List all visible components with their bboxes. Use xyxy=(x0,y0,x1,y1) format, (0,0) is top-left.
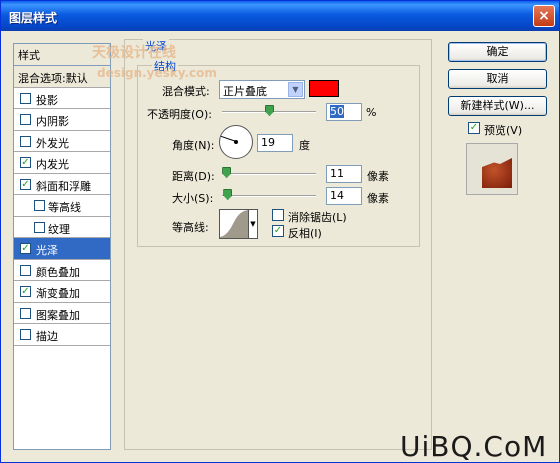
style-item-checkbox[interactable] xyxy=(20,114,31,125)
style-item-checkbox[interactable] xyxy=(34,200,45,211)
style-item-label: 颜色叠加 xyxy=(36,265,80,279)
style-item-checkbox[interactable] xyxy=(20,264,31,276)
preview-label: 预览(V) xyxy=(484,124,523,137)
style-item-checkbox[interactable] xyxy=(20,135,31,147)
style-list-item[interactable]: 等高线 xyxy=(14,195,110,217)
style-list-item[interactable]: 投影 xyxy=(14,88,110,109)
size-label: 大小(S): xyxy=(172,192,214,205)
blend-mode-select[interactable]: 正片叠底 ▼ xyxy=(219,80,305,99)
cancel-button[interactable]: 取消 xyxy=(448,69,547,89)
style-list-item[interactable]: 混合选项:默认 xyxy=(14,66,110,88)
angle-label: 角度(N): xyxy=(172,139,215,152)
angle-dial-center xyxy=(234,140,238,144)
style-list-item[interactable]: 颜色叠加 xyxy=(14,260,110,281)
chevron-down-icon: ▼ xyxy=(288,82,303,97)
style-item-label: 等高线 xyxy=(48,201,81,214)
ok-button[interactable]: 确定 xyxy=(448,42,547,62)
style-list-item[interactable]: 图案叠加 xyxy=(14,303,110,324)
style-item-label: 内发光 xyxy=(36,158,69,171)
style-item-label: 投影 xyxy=(36,93,58,107)
blend-mode-label: 混合模式: xyxy=(162,85,210,98)
style-list-item[interactable]: ✓ 渐变叠加 xyxy=(14,281,110,303)
anti-alias-checkbox[interactable] xyxy=(272,209,284,221)
angle-dial[interactable] xyxy=(219,125,253,159)
anti-alias-label: 消除锯齿(L) xyxy=(288,211,347,224)
style-list-item[interactable]: ✓ 内发光 xyxy=(14,152,110,174)
style-item-checkbox[interactable] xyxy=(20,329,31,340)
style-item-checkbox[interactable]: ✓ xyxy=(20,178,31,190)
opacity-unit: % xyxy=(366,106,377,119)
style-list-item[interactable]: 纹理 xyxy=(14,217,110,238)
style-list-item[interactable]: ✓ 斜面和浮雕 xyxy=(14,174,110,195)
contour-preview[interactable] xyxy=(219,209,249,239)
opacity-input[interactable]: 50 xyxy=(326,103,362,121)
style-item-label: 斜面和浮雕 xyxy=(36,179,91,193)
blend-color-swatch[interactable] xyxy=(309,80,339,97)
size-unit: 像素 xyxy=(367,192,389,205)
distance-label: 距离(D): xyxy=(172,170,215,183)
style-item-label: 纹理 xyxy=(48,222,70,236)
invert-checkbox[interactable]: ✓ xyxy=(272,225,284,237)
close-button[interactable]: × xyxy=(533,5,555,27)
style-item-checkbox[interactable]: ✓ xyxy=(20,157,31,168)
style-item-label: 混合选项:默认 xyxy=(18,72,88,85)
size-slider-track[interactable] xyxy=(222,195,316,197)
style-item-label: 图案叠加 xyxy=(36,308,80,322)
invert-label: 反相(I) xyxy=(288,227,322,240)
chevron-down-icon: ▼ xyxy=(250,220,256,228)
size-input[interactable]: 14 xyxy=(326,187,362,205)
style-item-checkbox[interactable] xyxy=(20,307,31,319)
preview-checkbox[interactable]: ✓ xyxy=(468,122,480,134)
window-title: 图层样式 xyxy=(9,11,58,25)
style-item-checkbox[interactable]: ✓ xyxy=(20,243,31,254)
title-bar[interactable]: 图层样式 × xyxy=(1,1,559,31)
style-item-checkbox[interactable]: ✓ xyxy=(20,286,31,297)
style-list-item[interactable]: ✓ 光泽 xyxy=(14,238,110,260)
blend-mode-value: 正片叠底 xyxy=(223,85,267,98)
contour-dropdown[interactable]: ▼ xyxy=(248,209,258,239)
style-item-label: 光泽 xyxy=(36,244,58,257)
new-style-button[interactable]: 新建样式(W)... xyxy=(448,96,547,116)
style-list-item[interactable]: 外发光 xyxy=(14,131,110,152)
contour-label: 等高线: xyxy=(172,221,209,234)
style-item-label: 渐变叠加 xyxy=(36,287,80,300)
watermark-site-url: design.yesky.com xyxy=(97,66,217,80)
opacity-label: 不透明度(O): xyxy=(147,108,212,121)
watermark-uibq: UiBQ.CoM xyxy=(400,430,548,463)
contour-curve-icon xyxy=(220,210,248,238)
style-item-checkbox[interactable] xyxy=(34,221,45,233)
watermark-site-name: 天极设计在线 xyxy=(92,45,176,61)
style-list: 样式 混合选项:默认 投影 内阴影 外发光 ✓ 内发光 ✓ 斜面和浮雕 等高线 纹理 ✓ 光泽 颜色叠加… xyxy=(13,43,111,450)
angle-unit: 度 xyxy=(299,139,310,152)
style-item-label: 内阴影 xyxy=(36,115,69,128)
style-item-label: 描边 xyxy=(36,330,58,343)
distance-slider-track[interactable] xyxy=(222,173,316,175)
style-item-label: 外发光 xyxy=(36,136,69,150)
style-item-checkbox[interactable] xyxy=(20,92,31,104)
style-list-item[interactable]: 描边 xyxy=(14,324,110,346)
style-list-item[interactable]: 内阴影 xyxy=(14,109,110,131)
distance-input[interactable]: 11 xyxy=(326,165,362,183)
angle-input[interactable]: 19 xyxy=(257,134,293,152)
distance-unit: 像素 xyxy=(367,170,389,183)
